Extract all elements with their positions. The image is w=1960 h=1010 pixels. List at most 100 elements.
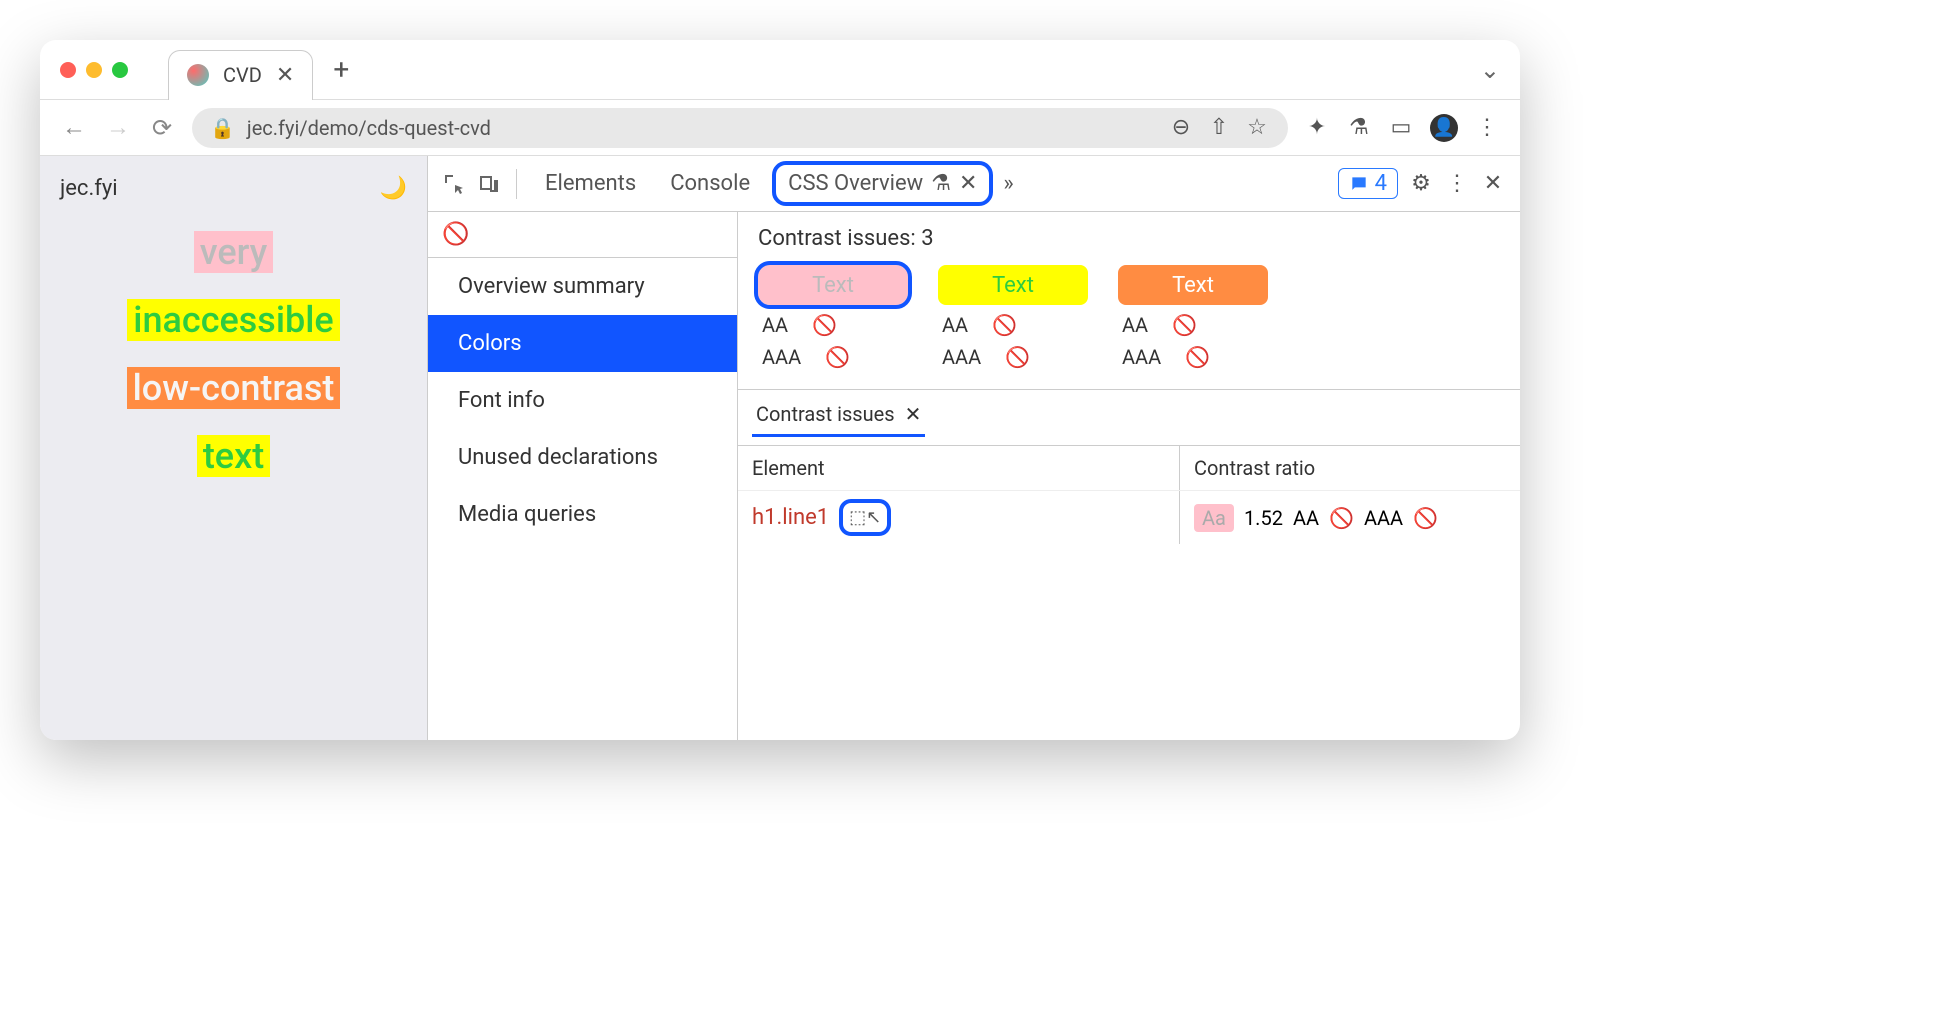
sidebar-item-unused[interactable]: Unused declarations	[428, 429, 737, 486]
swatch-box[interactable]: Text	[1118, 265, 1268, 305]
contrast-issues-header: Contrast issues: 3	[738, 212, 1520, 265]
settings-icon[interactable]: ⚙	[1408, 171, 1434, 196]
sidebar-item-media[interactable]: Media queries	[428, 486, 737, 543]
tab-label: CSS Overview	[788, 171, 923, 196]
issues-badge[interactable]: 4	[1338, 168, 1398, 199]
swatch[interactable]: Text AA 🚫 AAA 🚫	[938, 265, 1088, 369]
issues-tabrow: Contrast issues ✕	[738, 390, 1520, 446]
new-tab-button[interactable]: +	[333, 53, 349, 86]
ban-icon: 🚫	[1329, 506, 1354, 530]
col-ratio: Contrast ratio	[1180, 446, 1520, 490]
demo-line: text	[197, 435, 270, 477]
url-text: jec.fyi/demo/cds-quest-cvd	[247, 116, 491, 140]
swatch[interactable]: Text AA 🚫 AAA 🚫	[758, 265, 908, 369]
close-devtools-button[interactable]: ✕	[1480, 171, 1506, 196]
back-button[interactable]: ←	[60, 113, 88, 142]
contrast-swatches: Text AA 🚫 AAA 🚫 Text AA 🚫 AAA 🚫 Text AA 🚫	[738, 265, 1520, 389]
swatch[interactable]: Text AA 🚫 AAA 🚫	[1118, 265, 1268, 369]
menu-icon[interactable]: ⋮	[1474, 115, 1500, 140]
site-name: jec.fyi	[60, 176, 118, 201]
titlebar: CVD ✕ + ⌄	[40, 40, 1520, 100]
extensions-icon[interactable]: ✦	[1304, 115, 1330, 140]
labs-icon[interactable]: ⚗	[1346, 115, 1372, 140]
clear-icon[interactable]: 🚫	[428, 212, 737, 258]
favicon-icon	[187, 64, 209, 86]
forward-button[interactable]: →	[104, 113, 132, 142]
zoom-icon[interactable]: ⊖	[1168, 115, 1194, 140]
demo-line: low-contrast	[127, 367, 341, 409]
issues-panel: Contrast issues ✕ Element Contrast ratio…	[738, 389, 1520, 544]
tabs-chevron-icon[interactable]: ⌄	[1480, 56, 1500, 84]
aa-label: AA	[762, 313, 788, 337]
tab-css-overview[interactable]: CSS Overview ⚗ ✕	[772, 161, 993, 206]
inspect-icon[interactable]	[442, 172, 466, 196]
browser-tab[interactable]: CVD ✕	[168, 50, 313, 100]
kebab-icon[interactable]: ⋮	[1444, 171, 1470, 196]
aa-label: AA	[942, 313, 968, 337]
sidebar-item-font[interactable]: Font info	[428, 372, 737, 429]
close-window-button[interactable]	[60, 62, 76, 78]
profile-avatar[interactable]: 👤	[1430, 114, 1458, 142]
devtools-toolbar: Elements Console CSS Overview ⚗ ✕ » 4 ⚙ …	[428, 156, 1520, 212]
toolbar: ← → ⟳ 🔒 jec.fyi/demo/cds-quest-cvd ⊖ ⇧ ☆…	[40, 100, 1520, 156]
aa-label: AA	[1293, 506, 1319, 530]
col-element: Element	[738, 446, 1180, 490]
flask-icon: ⚗	[931, 171, 951, 196]
share-icon[interactable]: ⇧	[1206, 115, 1232, 140]
reading-list-icon[interactable]: ▭	[1388, 115, 1414, 140]
inspect-element-icon[interactable]: ⬚↖	[839, 499, 891, 536]
tab-console[interactable]: Console	[658, 165, 762, 202]
content: jec.fyi 🌙 very inaccessible low-contrast…	[40, 156, 1520, 740]
ratio-cell: Aa 1.52 AA 🚫 AAA 🚫	[1180, 491, 1520, 544]
device-toggle-icon[interactable]	[476, 172, 500, 196]
window-controls	[60, 62, 128, 78]
tab-title: CVD	[223, 63, 262, 87]
reload-button[interactable]: ⟳	[148, 114, 176, 142]
demo-line: inaccessible	[127, 299, 339, 341]
css-overview-main: Contrast issues: 3 Text AA 🚫 AAA 🚫 Text AA…	[738, 212, 1520, 740]
contrast-chip: Aa	[1194, 504, 1234, 532]
element-cell: h1.line1 ⬚↖	[738, 491, 1180, 544]
page-header: jec.fyi 🌙	[60, 176, 407, 201]
theme-toggle-icon[interactable]: 🌙	[380, 176, 407, 201]
devtools: Elements Console CSS Overview ⚗ ✕ » 4 ⚙ …	[428, 156, 1520, 740]
aaa-label: AAA	[762, 345, 801, 369]
ban-icon: 🚫	[1185, 345, 1210, 369]
address-bar[interactable]: 🔒 jec.fyi/demo/cds-quest-cvd ⊖ ⇧ ☆	[192, 108, 1288, 148]
sidebar-item-overview[interactable]: Overview summary	[428, 258, 737, 315]
bookmark-icon[interactable]: ☆	[1244, 115, 1270, 140]
aaa-label: AAA	[1364, 506, 1403, 530]
lock-icon: 🔒	[210, 116, 235, 140]
ban-icon: 🚫	[825, 345, 850, 369]
sidebar-item-colors[interactable]: Colors	[428, 315, 737, 372]
maximize-window-button[interactable]	[112, 62, 128, 78]
aa-label: AA	[1122, 313, 1148, 337]
ban-icon: 🚫	[812, 313, 837, 337]
demo-text: very inaccessible low-contrast text	[60, 231, 407, 477]
browser-window: CVD ✕ + ⌄ ← → ⟳ 🔒 jec.fyi/demo/cds-quest…	[40, 40, 1520, 740]
issues-tab-label: Contrast issues	[756, 402, 895, 426]
ratio-value: 1.52	[1244, 506, 1283, 530]
css-overview-sidebar: 🚫 Overview summary Colors Font info Unus…	[428, 212, 738, 740]
page-viewport: jec.fyi 🌙 very inaccessible low-contrast…	[40, 156, 428, 740]
minimize-window-button[interactable]	[86, 62, 102, 78]
tab-elements[interactable]: Elements	[533, 165, 648, 202]
more-tabs-button[interactable]: »	[1003, 171, 1013, 196]
swatch-box[interactable]: Text	[758, 265, 908, 305]
issues-table-header: Element Contrast ratio	[738, 446, 1520, 491]
demo-line: very	[194, 231, 274, 273]
close-tab-button[interactable]: ✕	[276, 63, 294, 88]
ban-icon: 🚫	[1413, 506, 1438, 530]
close-issues-tab-button[interactable]: ✕	[905, 402, 922, 426]
ban-icon: 🚫	[1005, 345, 1030, 369]
swatch-box[interactable]: Text	[938, 265, 1088, 305]
aaa-label: AAA	[1122, 345, 1161, 369]
issues-tab[interactable]: Contrast issues ✕	[752, 398, 925, 437]
close-panel-button[interactable]: ✕	[959, 171, 977, 196]
element-selector: h1.line1	[752, 505, 829, 530]
aaa-label: AAA	[942, 345, 981, 369]
ban-icon: 🚫	[992, 313, 1017, 337]
ban-icon: 🚫	[1172, 313, 1197, 337]
devtools-body: 🚫 Overview summary Colors Font info Unus…	[428, 212, 1520, 740]
issues-row[interactable]: h1.line1 ⬚↖ Aa 1.52 AA 🚫 AAA 🚫	[738, 491, 1520, 544]
